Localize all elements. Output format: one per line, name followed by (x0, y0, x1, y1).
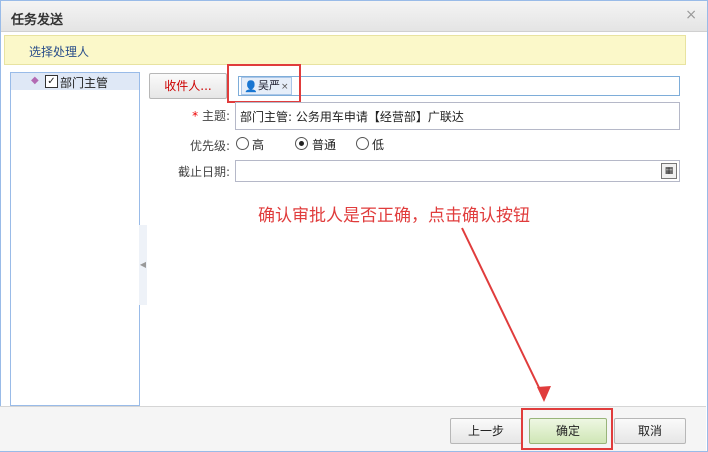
priority-low-label: 低 (372, 138, 385, 152)
priority-low-radio[interactable] (356, 137, 369, 150)
hint-text: 选择处理人 (29, 45, 90, 59)
priority-high-radio[interactable] (236, 137, 249, 150)
hint-bar: 选择处理人 (4, 35, 686, 65)
subject-input[interactable]: 部门主管: 公务用车申请【经营部】广联达 (235, 102, 680, 130)
tree-node-checkbox[interactable]: ✓ (45, 75, 58, 88)
recipient-button[interactable]: 收件人... (149, 73, 227, 99)
close-icon[interactable]: × (685, 7, 697, 23)
dialog-title: 任务发送 (11, 13, 64, 28)
subject-value: 部门主管: 公务用车申请【经营部】广联达 (240, 110, 464, 124)
instruction-annotation: 确认审批人是否正确，点击确认按钮 (258, 206, 530, 226)
calendar-icon[interactable]: ▦ (661, 163, 677, 179)
dialog-titlebar: 任务发送 × (1, 1, 707, 32)
deadline-input[interactable]: ▦ (235, 160, 680, 182)
group-icon: ◆ (31, 75, 39, 86)
cancel-button[interactable]: 取消 (614, 418, 686, 444)
recipient-field[interactable]: 👤 吴严× (238, 76, 680, 96)
priority-normal-radio[interactable] (295, 137, 308, 150)
highlight-recipient (227, 64, 301, 103)
priority-label: 优先级: (189, 139, 230, 153)
subject-label: * 主题: (192, 109, 230, 123)
deadline-label: 截止日期: (177, 165, 230, 179)
priority-normal-label: 普通 (312, 138, 337, 152)
department-tree: ◆ ✓ 部门主管 (10, 72, 140, 406)
tree-node-label: 部门主管 (60, 76, 109, 90)
priority-high-label: 高 (252, 138, 265, 152)
tree-node-department-head[interactable]: ◆ ✓ 部门主管 (11, 73, 139, 90)
panel-collapse-handle[interactable]: ◀ (139, 225, 147, 305)
highlight-ok (521, 408, 613, 450)
prev-step-button[interactable]: 上一步 (450, 418, 522, 444)
